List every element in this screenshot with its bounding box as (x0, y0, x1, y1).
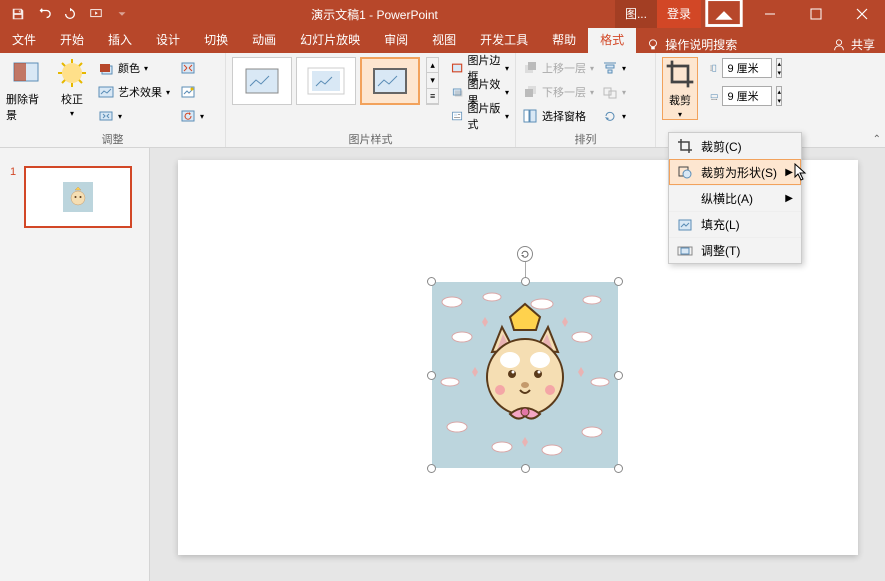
artistic-icon (98, 84, 114, 100)
corrections-button[interactable]: 校正 ▾ (52, 57, 92, 118)
selection-pane-button[interactable]: 选择窗格 (522, 105, 594, 127)
mouse-cursor (794, 163, 810, 183)
contextual-tab-label[interactable]: 图... (615, 0, 657, 28)
style-item-2[interactable] (296, 57, 356, 105)
gallery-spinner[interactable]: ▴▾≡ (426, 57, 439, 105)
tab-file[interactable]: 文件 (0, 28, 48, 53)
share-icon (832, 38, 846, 52)
slide-thumbnail-1[interactable] (24, 166, 132, 228)
height-spinner[interactable]: ▴▾ (776, 58, 782, 78)
tab-view[interactable]: 视图 (420, 28, 468, 53)
picture-styles-gallery[interactable] (232, 57, 420, 105)
ribbon-options-button[interactable] (701, 0, 747, 28)
selected-picture[interactable] (432, 282, 618, 468)
close-button[interactable] (839, 0, 885, 28)
send-backward-button[interactable]: 下移一层 ▾ (522, 81, 594, 103)
palette-icon (98, 60, 114, 76)
styles-group-label: 图片样式 (232, 131, 509, 145)
style-item-3[interactable] (360, 57, 420, 105)
border-icon (451, 60, 463, 76)
tab-transitions[interactable]: 切换 (192, 28, 240, 53)
rotate-button[interactable]: ▾ (602, 105, 626, 127)
width-input[interactable] (722, 86, 772, 106)
resize-handle-se[interactable] (614, 464, 623, 473)
adjust-group-label: 调整 (6, 131, 219, 145)
compress-reset-row[interactable]: ▾ (98, 105, 170, 127)
artistic-effects-button[interactable]: 艺术效果 ▾ (98, 81, 170, 103)
resize-handle-sw[interactable] (427, 464, 436, 473)
tab-animations[interactable]: 动画 (240, 28, 288, 53)
maximize-button[interactable] (793, 0, 839, 28)
remove-background-button[interactable]: 删除背景 (6, 57, 46, 123)
height-input[interactable] (722, 58, 772, 78)
width-spinner[interactable]: ▴▾ (776, 86, 782, 106)
effects-icon (451, 84, 463, 100)
group-button[interactable]: ▾ (602, 81, 626, 103)
aspect-ratio-menuitem[interactable]: 纵横比(A) ▶ (669, 185, 801, 211)
tab-help[interactable]: 帮助 (540, 28, 588, 53)
crop-to-shape-menuitem[interactable]: 裁剪为形状(S) ▶ (669, 159, 801, 185)
qat-customize[interactable] (110, 2, 134, 26)
height-input-row: ▴▾ (710, 57, 782, 79)
submenu-arrow-icon: ▶ (785, 193, 793, 204)
crop-shape-icon (677, 164, 693, 180)
tab-slideshow[interactable]: 幻灯片放映 (288, 28, 372, 53)
tab-insert[interactable]: 插入 (96, 28, 144, 53)
bring-forward-button[interactable]: 上移一层 ▾ (522, 57, 594, 79)
thumbnail-number: 1 (10, 166, 16, 178)
resize-handle-ne[interactable] (614, 277, 623, 286)
rotation-handle[interactable] (517, 246, 533, 262)
fit-icon (677, 243, 693, 259)
crop-dropdown-menu: 裁剪(C) 裁剪为形状(S) ▶ 纵横比(A) ▶ 填充(L) 调整(T) (668, 132, 802, 264)
fill-icon (677, 217, 693, 233)
resize-handle-e[interactable] (614, 371, 623, 380)
tab-review[interactable]: 审阅 (372, 28, 420, 53)
save-button[interactable] (6, 2, 30, 26)
login-button[interactable]: 登录 (657, 0, 701, 28)
style-item-1[interactable] (232, 57, 292, 105)
redo-button[interactable] (58, 2, 82, 26)
color-button[interactable]: 颜色 ▾ (98, 57, 170, 79)
reset-picture-button[interactable]: ▾ (180, 105, 204, 127)
slideshow-start-button[interactable] (84, 2, 108, 26)
collapse-ribbon-button[interactable]: ⌃ (873, 134, 881, 145)
width-icon (710, 92, 718, 100)
resize-handle-nw[interactable] (427, 277, 436, 286)
change-picture-button[interactable] (180, 81, 204, 103)
height-icon (710, 64, 718, 72)
crop-button[interactable]: 裁剪 ▾ (662, 57, 698, 120)
fill-menuitem[interactable]: 填充(L) (669, 211, 801, 237)
crop-menuitem[interactable]: 裁剪(C) (669, 133, 801, 159)
tab-format[interactable]: 格式 (588, 28, 636, 53)
slide-thumbnail-panel: 1 (0, 148, 150, 581)
resize-handle-s[interactable] (521, 464, 530, 473)
compress-pictures-button[interactable] (180, 57, 204, 79)
picture-layout-button[interactable]: 图片版式 ▾ (451, 105, 509, 127)
tab-developer[interactable]: 开发工具 (468, 28, 540, 53)
search-help[interactable]: 操作说明搜索 (636, 36, 747, 53)
share-button[interactable]: 共享 (822, 36, 885, 53)
align-button[interactable]: ▾ (602, 57, 626, 79)
tab-home[interactable]: 开始 (48, 28, 96, 53)
submenu-arrow-icon: ▶ (785, 167, 793, 178)
undo-button[interactable] (32, 2, 56, 26)
crop-icon (677, 138, 693, 154)
lightbulb-icon (646, 38, 660, 52)
window-title: 演示文稿1 - PowerPoint (134, 6, 615, 23)
resize-handle-w[interactable] (427, 371, 436, 380)
width-input-row: ▴▾ (710, 85, 782, 107)
arrange-group-label: 排列 (522, 131, 649, 145)
minimize-button[interactable] (747, 0, 793, 28)
tab-design[interactable]: 设计 (144, 28, 192, 53)
resize-handle-n[interactable] (521, 277, 530, 286)
fit-menuitem[interactable]: 调整(T) (669, 237, 801, 263)
layout-icon (451, 108, 463, 124)
